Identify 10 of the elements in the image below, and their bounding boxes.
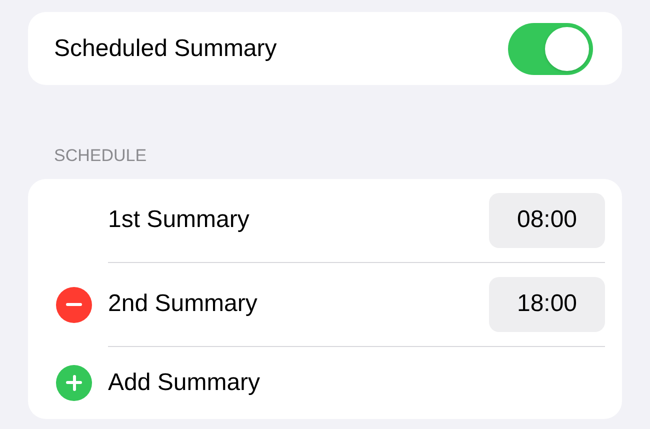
add-icon[interactable]: [56, 364, 92, 400]
summary-label: 1st Summary: [108, 205, 250, 235]
remove-icon[interactable]: [56, 286, 92, 322]
summary-label: 2nd Summary: [108, 289, 258, 319]
toggle-switch[interactable]: [508, 22, 593, 74]
time-button[interactable]: 08:00: [489, 192, 605, 248]
add-summary-link[interactable]: Add Summary: [108, 364, 260, 400]
toggle-label: Scheduled Summary: [54, 34, 277, 64]
section-header: SCHEDULE: [53, 145, 148, 167]
time-button[interactable]: 18:00: [489, 276, 605, 332]
